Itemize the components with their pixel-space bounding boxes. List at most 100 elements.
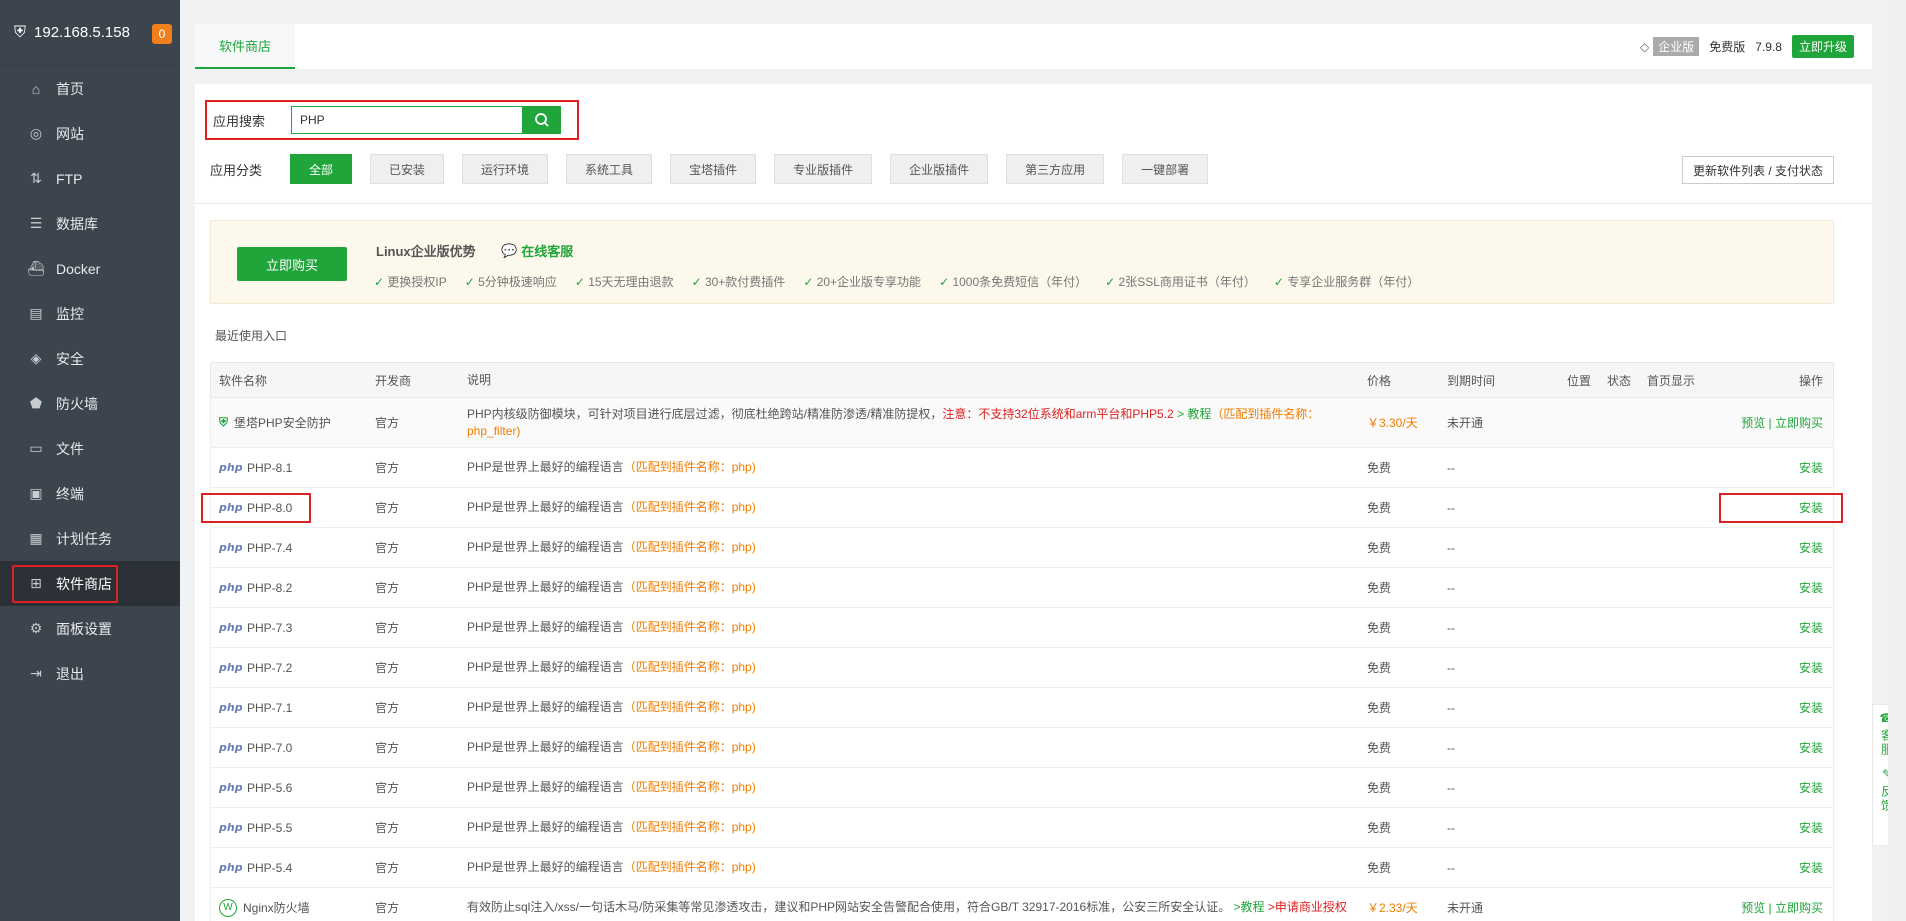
row-expire: 未开通 [1447,416,1484,430]
header-price: 价格 [1367,373,1392,388]
row-desc: PHP是世界上最好的编程语言（匹配到插件名称：php) [467,499,1367,516]
php-logo-icon: php [219,861,243,874]
buy-now-button[interactable]: 立即购买 [237,247,347,281]
install-button[interactable]: 安装 [1707,739,1833,756]
row-price: 免费 [1367,581,1392,595]
refresh-list-button[interactable]: 更新软件列表 / 支付状态 [1681,156,1834,184]
apply-license-link[interactable]: >申请商业授权 [1265,900,1347,914]
row-name[interactable]: PHP-7.2 [247,661,292,675]
row-name[interactable]: 堡塔PHP安全防护 [234,414,331,431]
row-expire: -- [1447,540,1455,555]
sidebar-item-8[interactable]: ▭ 文件 [0,426,180,471]
sidebar-item-10[interactable]: ▦ 计划任务 [0,516,180,561]
promo-feature: 1000条免费短信（年付） [939,273,1087,290]
install-button[interactable]: 安装 [1707,619,1833,636]
scrollbar[interactable] [1888,0,1906,921]
php-logo-icon: php [219,821,243,834]
row-name[interactable]: Nginx防火墙 [243,899,310,916]
table-row: php PHP-5.5 官方 PHP是世界上最好的编程语言（匹配到插件名称：ph… [210,808,1834,848]
sidebar-item-3[interactable]: ☰ 数据库 [0,201,180,246]
install-button[interactable]: 安装 [1707,659,1833,676]
tab-software-store[interactable]: 软件商店 [195,24,296,69]
sidebar-item-6[interactable]: ◈ 安全 [0,336,180,381]
sidebar-item-label: 防火墙 [56,395,98,412]
sidebar-item-2[interactable]: ⇅ FTP [0,156,180,201]
row-dev: 官方 [375,741,400,755]
notification-badge[interactable]: 0 [152,24,172,44]
row-dev: 官方 [375,621,400,635]
desc-match: （匹配到插件名称：php) [623,780,756,794]
header-desc: 说明 [467,372,492,387]
preview-buy-link[interactable]: 预览 | 立即购买 [1707,899,1833,916]
desc-match: （匹配到插件名称：php) [623,500,756,514]
category-button[interactable]: 专业版插件 [774,154,873,184]
sidebar-item-11[interactable]: ⊞ 软件商店 [0,561,180,606]
row-dev: 官方 [375,821,400,835]
row-dev: 官方 [375,661,400,675]
category-button[interactable]: 已安装 [370,154,445,184]
row-price: 免费 [1367,501,1392,515]
row-name[interactable]: PHP-8.1 [247,461,292,475]
promo-feature: 30+款付费插件 [692,273,785,290]
desc-main: PHP是世界上最好的编程语言 [467,660,624,674]
row-name[interactable]: PHP-7.4 [247,541,292,555]
search-button[interactable] [523,106,561,134]
install-button[interactable]: 安装 [1707,779,1833,796]
install-button[interactable]: 安装 [1707,459,1833,476]
database-icon: ☰ [29,215,43,231]
search-input[interactable]: PHP [291,106,523,134]
tutorial-link[interactable]: > 教程 [1174,407,1211,421]
category-button[interactable]: 一键部署 [1122,154,1209,184]
php-logo-icon: php [219,701,243,714]
category-button[interactable]: 运行环境 [462,154,549,184]
table-row: php PHP-5.4 官方 PHP是世界上最好的编程语言（匹配到插件名称：ph… [210,848,1834,888]
row-name[interactable]: PHP-7.0 [247,741,292,755]
tutorial-link[interactable]: >教程 [1230,900,1265,914]
sidebar-item-label: 终端 [56,485,84,502]
sidebar-item-1[interactable]: ◎ 网站 [0,111,180,156]
preview-buy-link[interactable]: 预览 | 立即购买 [1707,414,1833,431]
sidebar-item-4[interactable]: ⛴ Docker [0,246,180,291]
category-button[interactable]: 企业版插件 [890,154,989,184]
row-name[interactable]: PHP-5.6 [247,781,292,795]
category-button[interactable]: 全部 [290,154,353,184]
category-label: 应用分类 [210,162,263,178]
row-name[interactable]: PHP-5.4 [247,861,292,875]
install-button[interactable]: 安装 [1707,579,1833,596]
category-button[interactable]: 第三方应用 [1006,154,1105,184]
desc-main: PHP是世界上最好的编程语言 [467,460,624,474]
row-name[interactable]: PHP-7.3 [247,621,292,635]
desc-main: PHP内核级防御模块，可针对项目进行底层过滤，彻底杜绝跨站/精准防渗透/精准防提… [467,406,943,421]
sidebar-item-13[interactable]: ⇥ 退出 [0,651,180,696]
row-desc: PHP是世界上最好的编程语言（匹配到插件名称：php) [467,819,1367,836]
sidebar-item-9[interactable]: ▣ 终端 [0,471,180,516]
sidebar: ⛨ 192.168.5.158 0 ⌂ 首页 ◎ 网站 ⇅ FTP ☰ 数据库 ⛴ Docker ▤… [0,0,180,921]
install-button[interactable]: 安装 [1707,819,1833,836]
category-button[interactable]: 宝塔插件 [670,154,757,184]
row-name[interactable]: PHP-5.5 [247,821,292,835]
install-button[interactable]: 安装 [1707,539,1833,556]
divider [195,203,1872,204]
sidebar-item-12[interactable]: ⚙ 面板设置 [0,606,180,651]
sidebar-item-label: 退出 [56,665,84,682]
enterprise-edition[interactable]: ◇ 企业版 [1640,37,1700,56]
desc-note: 注意：不支持32位系统和arm平台和PHP5.2 [942,406,1174,421]
desc-main: PHP是世界上最好的编程语言 [467,780,624,794]
table-row: php PHP-7.3 官方 PHP是世界上最好的编程语言（匹配到插件名称：ph… [210,608,1834,648]
row-name[interactable]: PHP-7.1 [247,701,292,715]
install-button[interactable]: 安装 [1707,699,1833,716]
version-label: 7.9.8 [1755,39,1782,54]
row-name[interactable]: PHP-8.2 [247,581,292,595]
sidebar-item-0[interactable]: ⌂ 首页 [0,66,180,111]
firewall-icon: ⬟ [29,395,43,411]
header-op: 操作 [1798,373,1823,388]
promo-feature: 2张SSL商用证书（年付） [1105,273,1256,290]
sidebar-item-7[interactable]: ⬟ 防火墙 [0,381,180,426]
online-service-link[interactable]: 💬 在线客服 [501,241,573,260]
category-button[interactable]: 系统工具 [566,154,653,184]
upgrade-button[interactable]: 立即升级 [1791,35,1854,58]
sidebar-item-5[interactable]: ▤ 监控 [0,291,180,336]
desc-main: PHP是世界上最好的编程语言 [467,740,624,754]
monitor-icon: ▤ [29,305,43,321]
install-button[interactable]: 安装 [1707,859,1833,876]
